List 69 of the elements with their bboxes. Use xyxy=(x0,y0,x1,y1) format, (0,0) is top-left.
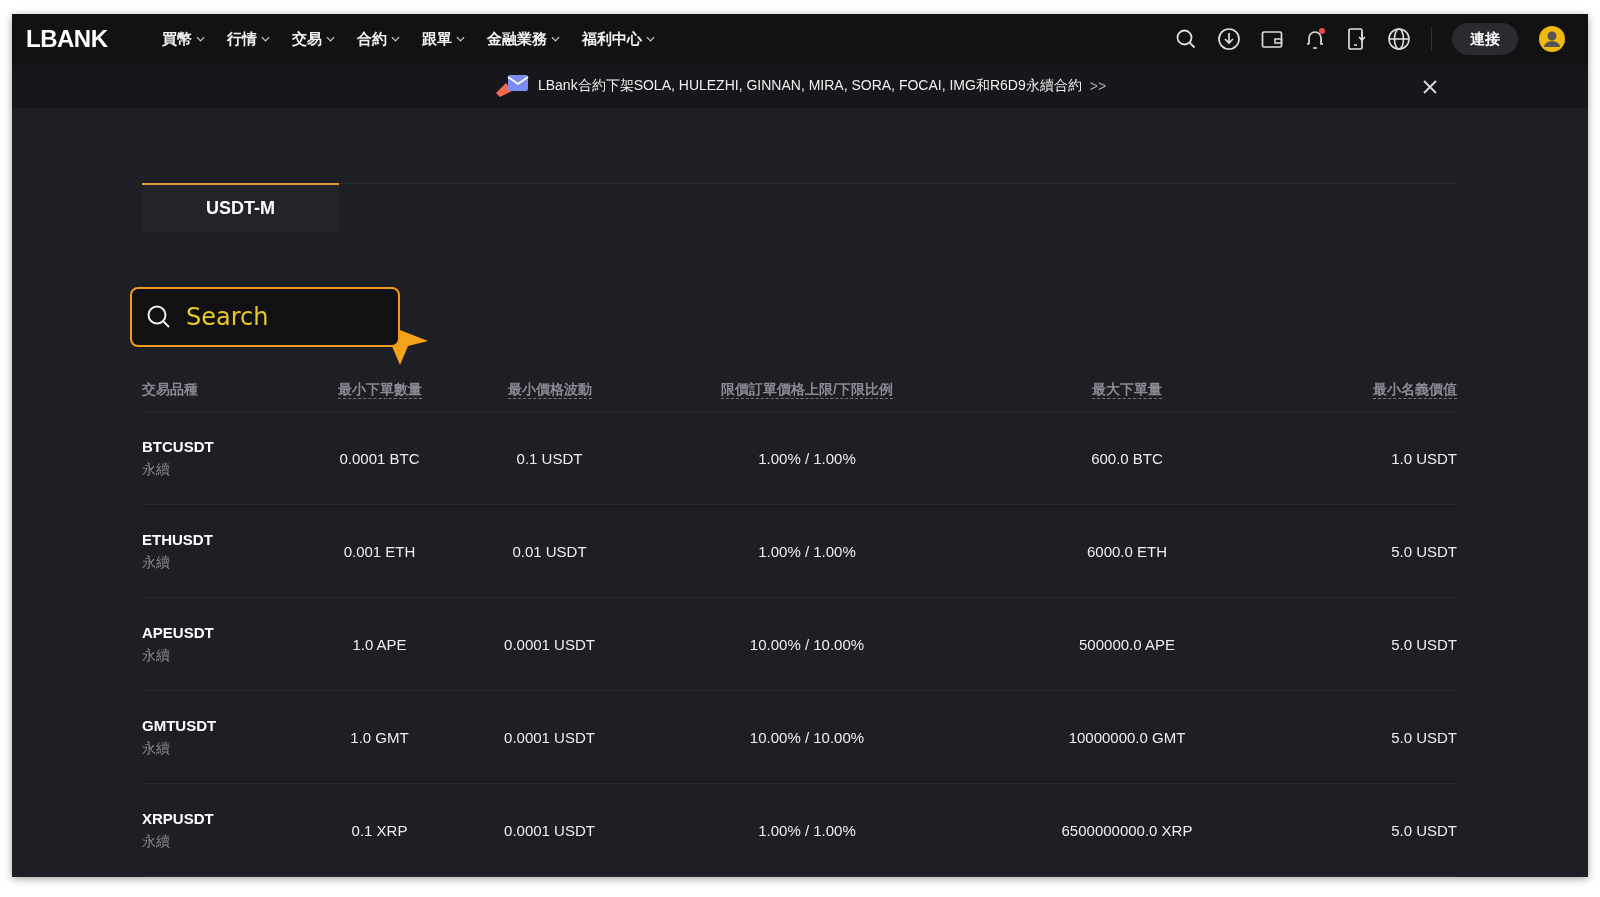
contract-type: 永續 xyxy=(142,553,170,572)
announcement-text[interactable]: LBank合約下架SOLA, HULEZHI, GINNAN, MIRA, SORA, FOCAI, IMG和R6D9永續合約 xyxy=(537,77,1082,96)
table-cell: 0.0001 USDT xyxy=(504,728,595,746)
search-icon xyxy=(146,304,172,330)
contract-type: 永續 xyxy=(142,460,170,479)
column-header: 最大下單量 xyxy=(1092,380,1162,399)
caret-icon xyxy=(195,36,205,43)
table-cell: 600.0 BTC xyxy=(1091,449,1163,467)
table-cell: 10.00% / 10.00% xyxy=(749,635,865,653)
table-cell: 500000.0 APE xyxy=(1079,635,1175,653)
table-cell: 1.0 GMT xyxy=(350,728,409,746)
symbol-name[interactable]: GMTUSDT xyxy=(142,716,217,734)
tab[interactable]: USDT-M xyxy=(142,183,339,231)
logo[interactable]: LBANK xyxy=(26,25,108,54)
column-header: 最小名義價值 xyxy=(1373,380,1457,399)
symbol-name[interactable]: APEUSDT xyxy=(142,623,214,641)
table-cell: 1.00% / 1.00% xyxy=(758,542,856,560)
column-header: 限價訂單價格上限/下限比例 xyxy=(721,380,893,399)
table-cell: 10.00% / 10.00% xyxy=(749,728,865,746)
nav-menu-item[interactable]: 買幣 xyxy=(161,29,205,49)
table-cell: 0.0001 BTC xyxy=(339,449,420,467)
table-cell: 6500000000.0 XRP xyxy=(1061,821,1193,839)
table-cell: 1.0 APE xyxy=(352,635,407,653)
search-icon[interactable] xyxy=(1175,28,1197,51)
avatar-icon[interactable] xyxy=(1538,25,1566,54)
caret-icon xyxy=(645,36,655,43)
nav-menu-item[interactable]: 福利中心 xyxy=(581,29,655,49)
table-cell: 5.0 USDT xyxy=(1391,635,1457,653)
download-icon[interactable] xyxy=(1217,27,1241,52)
connect-button[interactable]: 連接 xyxy=(1452,23,1518,56)
column-header: 最小價格波動 xyxy=(507,380,592,399)
table-cell: 0.01 USDT xyxy=(512,542,587,560)
contract-type: 永續 xyxy=(142,832,170,851)
table-cell: 5.0 USDT xyxy=(1391,542,1457,560)
caret-icon xyxy=(260,36,270,43)
table-cell: 0.001 ETH xyxy=(343,542,416,560)
nav-menu-item[interactable]: 交易 xyxy=(291,29,335,49)
column-header: 交易品種 xyxy=(142,380,198,397)
wallet-icon[interactable] xyxy=(1261,29,1283,50)
nav-menu-item[interactable]: 行情 xyxy=(226,29,270,49)
caret-icon xyxy=(455,36,465,43)
table-cell: 5.0 USDT xyxy=(1391,821,1457,839)
table-cell: 0.1 USDT xyxy=(516,449,583,467)
table-cell: 0.1 XRP xyxy=(351,821,408,839)
table-cell: 1.0 USDT xyxy=(1391,449,1457,467)
close-icon[interactable] xyxy=(1422,78,1438,95)
table-cell: 5.0 USDT xyxy=(1391,728,1457,746)
column-header: 最小下單數量 xyxy=(337,380,422,399)
symbol-name[interactable]: ETHUSDT xyxy=(142,530,213,548)
table-cell: 0.0001 USDT xyxy=(504,635,595,653)
search-field[interactable]: Search xyxy=(130,287,400,347)
contract-type: 永續 xyxy=(142,739,170,758)
symbol-name[interactable]: XRPUSDT xyxy=(142,809,214,827)
table-cell: 10000000.0 GMT xyxy=(1068,728,1186,746)
contract-type: 永續 xyxy=(142,646,170,665)
table-cell: 1.00% / 1.00% xyxy=(758,449,856,467)
table-cell: 1.00% / 1.00% xyxy=(758,821,856,839)
globe-icon[interactable] xyxy=(1387,27,1411,52)
table-cell: 6000.0 ETH xyxy=(1086,542,1167,560)
caret-icon xyxy=(390,36,400,43)
phone-download-icon[interactable] xyxy=(1347,27,1367,52)
table-cell: 0.0001 USDT xyxy=(504,821,595,839)
symbol-name[interactable]: BTCUSDT xyxy=(142,437,214,455)
caret-icon xyxy=(325,36,335,43)
more-link[interactable]: >> xyxy=(1089,78,1107,95)
nav-menu-item[interactable]: 合約 xyxy=(356,29,400,49)
caret-icon xyxy=(550,36,560,43)
nav-menu-item[interactable]: 金融業務 xyxy=(486,29,560,49)
nav-menu-item[interactable]: 跟單 xyxy=(421,29,465,49)
